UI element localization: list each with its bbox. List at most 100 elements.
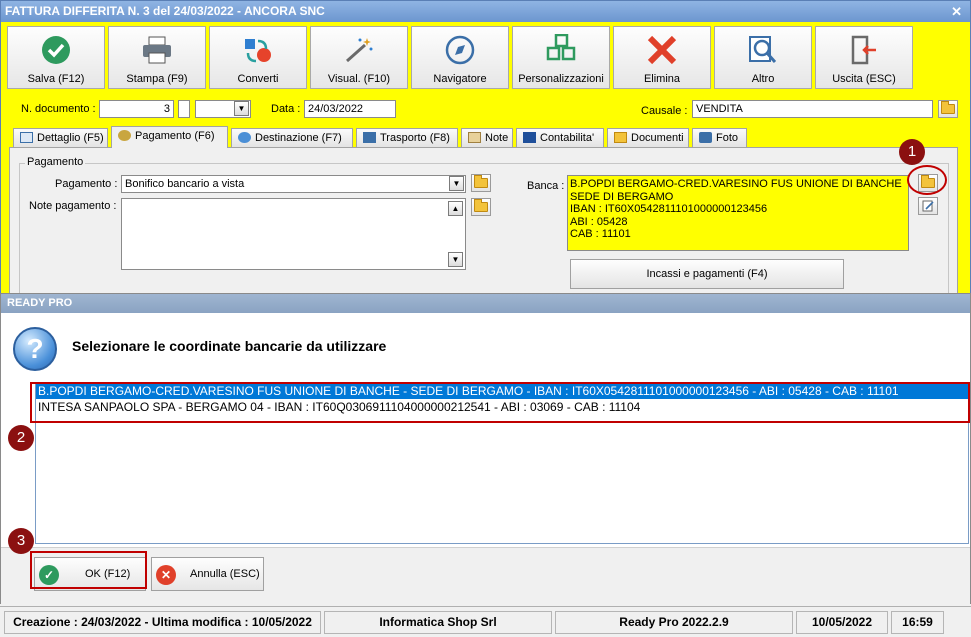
edit-pencil-icon [922,200,934,212]
navigator-button[interactable]: Navigatore [411,26,509,89]
annotation-marker: 3 [8,528,34,554]
tab-trasporto[interactable]: Trasporto (F8) [356,128,458,148]
dialog-header: ? Selezionare le coordinate bancarie da … [1,313,970,371]
bank-details[interactable]: B.POPDI BERGAMO-CRED.VARESINO FUS UNIONE… [567,175,909,251]
payment-dropdown-icon[interactable]: ▼ [449,176,464,191]
notes-label: Note pagamento : [29,200,117,212]
more-button[interactable]: Altro [714,26,812,89]
window-title: FATTURA DIFFERITA N. 3 del 24/03/2022 - … [5,4,325,18]
book-icon [523,132,536,143]
folder-icon [941,101,955,114]
causale-browse-button[interactable] [938,100,958,118]
grid-icon [513,33,609,67]
scroll-up-icon[interactable]: ▲ [448,201,463,216]
date-label: Data : [271,103,301,115]
compass-icon [412,33,508,67]
cancel-x-icon: ✕ [156,565,176,585]
truck-icon [363,132,376,143]
bank-edit-button[interactable] [918,197,938,215]
exit-button[interactable]: Uscita (ESC) [815,26,913,89]
status-created: Creazione : 24/03/2022 - Ultima modifica… [4,611,321,634]
date-field[interactable]: 24/03/2022 [304,100,396,118]
view-button[interactable]: Visual. (F10) [310,26,408,89]
bank-line: IBAN : IT60X0542811101000000123456 [570,203,768,215]
payment-select[interactable]: Bonifico bancario a vista [121,175,466,193]
cancel-button[interactable]: ✕ Annulla (ESC) [151,557,264,591]
doc-number-field[interactable]: 3 [99,100,174,118]
tab-contabilita[interactable]: Contabilita' [516,128,604,148]
save-button[interactable]: Salva (F12) [7,26,105,89]
doc-number-label: N. documento : [21,103,96,115]
window-titlebar: FATTURA DIFFERITA N. 3 del 24/03/2022 - … [1,1,970,22]
notes-textarea[interactable] [121,198,466,270]
status-date: 10/05/2022 [796,611,888,634]
causale-field[interactable]: VENDITA [692,100,933,118]
customize-button[interactable]: Personalizzazioni [512,26,610,89]
save-check-icon [8,33,104,67]
ok-button[interactable]: ✓ OK (F12) [34,557,146,591]
convert-icon [210,33,306,67]
payment-group-title: Pagamento [25,156,86,168]
magic-wand-icon [311,33,407,67]
bank-select-dialog: READY PRO ? Selezionare le coordinate ba… [0,293,971,604]
convert-button[interactable]: Converti [209,26,307,89]
annotation-marker: 1 [899,139,925,165]
print-label: Stampa (F9) [126,73,188,85]
folder-icon [474,199,488,212]
table-icon [20,132,33,143]
print-button[interactable]: Stampa (F9) [108,26,206,89]
tab-note[interactable]: Note [461,128,513,148]
tab-pagamento[interactable]: Pagamento (F6) [111,126,228,148]
incassi-pagamenti-button[interactable]: Incassi e pagamenti (F4) [570,259,844,289]
ok-label: OK (F12) [85,568,131,580]
exit-door-icon [816,33,912,67]
payment-browse-button[interactable] [471,174,491,192]
close-icon[interactable]: ✕ [951,1,962,22]
tab-documenti[interactable]: Documenti [607,128,689,148]
causale-label: Causale : [641,105,688,117]
camera-icon [699,132,712,143]
status-company: Informatica Shop Srl [324,611,552,634]
save-label: Salva (F12) [27,73,85,85]
globe-icon [238,132,251,143]
magnifier-icon [715,33,811,67]
bank-line: B.POPDI BERGAMO-CRED.VARESINO FUS UNIONE… [570,178,902,190]
documents-icon [614,132,627,143]
tab-destinazione[interactable]: Destinazione (F7) [231,128,353,148]
bank-options-list[interactable]: B.POPDI BERGAMO-CRED.VARESINO FUS UNIONE… [35,382,969,544]
bank-line: CAB : 11101 [570,228,631,240]
delete-x-icon [614,33,710,67]
printer-icon [109,33,205,67]
annotation-marker: 2 [8,425,34,451]
customize-label: Personalizzazioni [518,73,604,85]
delete-label: Elimina [643,73,681,85]
exit-label: Uscita (ESC) [832,73,896,85]
tab-foto[interactable]: Foto [692,128,747,148]
notes-browse-button[interactable] [471,198,491,216]
status-bar: Creazione : 24/03/2022 - Ultima modifica… [0,606,971,637]
convert-label: Converti [237,73,279,85]
invoice-window: FATTURA DIFFERITA N. 3 del 24/03/2022 - … [0,0,971,303]
cancel-label: Annulla (ESC) [190,568,260,580]
navigator-label: Navigatore [433,73,487,85]
dialog-message: Selezionare le coordinate bancarie da ut… [72,338,387,354]
note-icon [468,132,481,143]
scroll-down-icon[interactable]: ▼ [448,252,463,267]
dialog-title: READY PRO [1,294,970,313]
check-icon: ✓ [39,565,59,585]
list-item[interactable]: INTESA SANPAOLO SPA - BERGAMO 04 - IBAN … [36,399,968,415]
tab-dettaglio[interactable]: Dettaglio (F5) [13,128,108,148]
list-item[interactable]: B.POPDI BERGAMO-CRED.VARESINO FUS UNIONE… [36,383,968,399]
folder-icon [474,175,488,188]
series-dropdown-icon[interactable]: ▼ [234,101,249,116]
bank-browse-button[interactable] [918,174,938,192]
delete-button[interactable]: Elimina [613,26,711,89]
coins-icon [118,130,131,141]
bank-label: Banca : [527,180,565,192]
status-time: 16:59 [891,611,944,634]
status-version: Ready Pro 2022.2.9 [555,611,793,634]
more-label: Altro [751,73,775,85]
doc-suffix-field[interactable] [178,100,190,118]
bank-line: ABI : 05428 [570,215,628,228]
payment-label: Pagamento : [55,178,118,190]
